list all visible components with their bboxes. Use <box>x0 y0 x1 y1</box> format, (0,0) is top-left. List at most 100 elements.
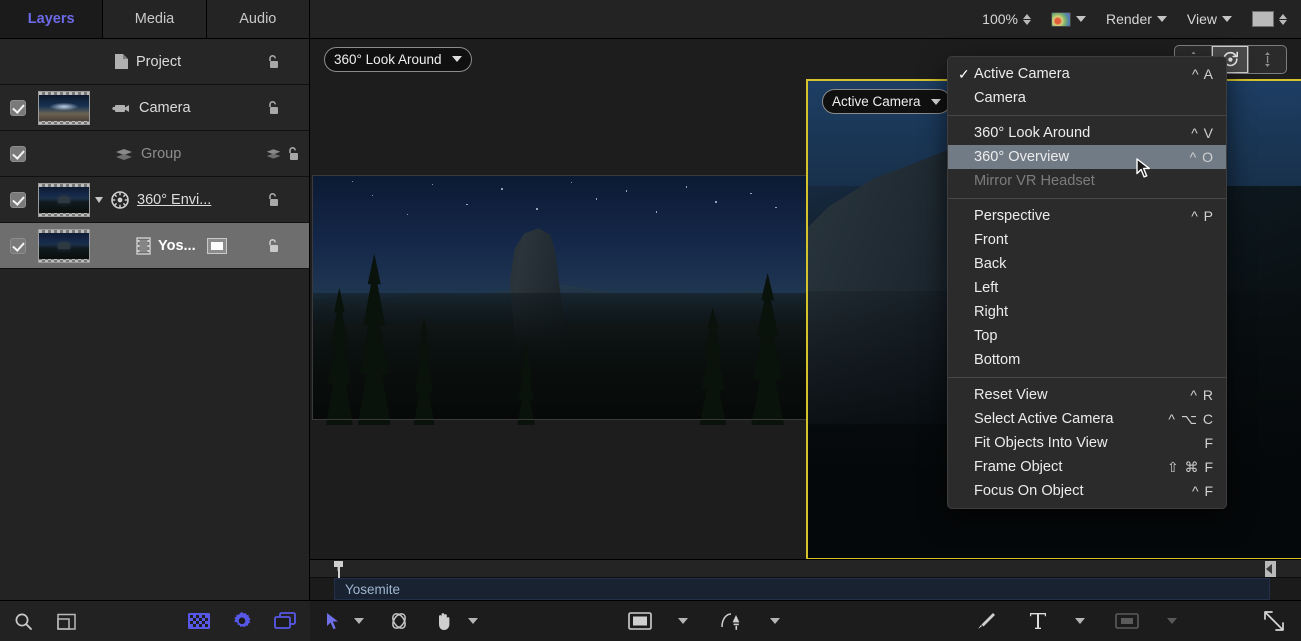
menu-item-label: Front <box>974 232 1214 248</box>
out-point-marker[interactable] <box>1265 561 1276 577</box>
crop-tool-icon[interactable] <box>1115 613 1139 629</box>
view-label: View <box>1187 11 1217 27</box>
menu-item-right[interactable]: Right <box>948 300 1226 324</box>
menu-item-back[interactable]: Back <box>948 252 1226 276</box>
layers-panel-footer <box>0 600 310 641</box>
layer-thumbnail <box>38 91 90 125</box>
chevron-down-icon <box>1222 16 1232 22</box>
pan-tool-menu-chevron-icon[interactable] <box>468 618 478 624</box>
layer-visibility-checkbox[interactable] <box>10 192 26 208</box>
layer-visibility-checkbox[interactable] <box>10 146 26 162</box>
menu-item-360-look-around[interactable]: 360° Look Around ^ V <box>948 121 1226 145</box>
layer-visibility-checkbox[interactable] <box>10 100 26 116</box>
layer-row-camera[interactable]: Camera <box>0 85 309 131</box>
paint-stroke-tool-icon[interactable] <box>975 611 997 631</box>
layer-name-label: Yos... <box>158 238 196 254</box>
document-icon <box>114 53 129 70</box>
stepper-icon[interactable] <box>1279 14 1287 25</box>
layer-row-group[interactable]: Group <box>0 131 309 177</box>
layer-visibility-checkbox[interactable] <box>10 238 26 254</box>
layer-thumbnail <box>38 183 90 217</box>
crop-tool-menu-chevron-icon[interactable] <box>1167 618 1177 624</box>
layer-row-yosemite[interactable]: Yos... <box>0 223 309 269</box>
menu-item-label: 360° Look Around <box>974 125 1191 141</box>
menu-item-label: Right <box>974 304 1214 320</box>
menu-item-fit-objects-into-view[interactable]: Fit Objects Into View F <box>948 431 1226 455</box>
unlocked-icon[interactable] <box>265 191 282 208</box>
dolly-camera-tool-button[interactable] <box>1249 46 1286 73</box>
unlocked-icon[interactable] <box>285 145 302 162</box>
image-badge-icon[interactable] <box>207 238 227 254</box>
view-layout-control[interactable] <box>1252 11 1287 27</box>
view-menu-button[interactable]: View <box>1187 11 1232 27</box>
bezier-mask-tool-icon[interactable] <box>720 611 744 631</box>
menu-item-shortcut: ⇧ ⌘ F <box>1167 459 1214 476</box>
duplicate-windows-icon[interactable] <box>274 612 296 630</box>
timeline-clip-yosemite[interactable]: Yosemite <box>334 578 1270 600</box>
unlocked-icon[interactable] <box>265 99 282 116</box>
tab-audio[interactable]: Audio <box>207 0 309 38</box>
timeline-clip-label: Yosemite <box>345 582 400 597</box>
menu-item-reset-view[interactable]: Reset View ^ R <box>948 383 1226 407</box>
text-tool-icon[interactable] <box>1029 611 1047 631</box>
select-arrow-tool-icon[interactable] <box>326 612 340 631</box>
menu-item-left[interactable]: Left <box>948 276 1226 300</box>
resize-handle-icon[interactable] <box>1263 610 1285 632</box>
menu-item-label: Select Active Camera <box>974 411 1168 427</box>
menu-item-focus-on-object[interactable]: Focus On Object ^ F <box>948 479 1226 503</box>
tab-media[interactable]: Media <box>103 0 206 38</box>
menu-item-label: Top <box>974 328 1214 344</box>
unlocked-icon[interactable] <box>265 237 282 254</box>
mask-tool-menu-chevron-icon[interactable] <box>770 618 780 624</box>
select-tool-menu-chevron-icon[interactable] <box>354 618 364 624</box>
menu-item-front[interactable]: Front <box>948 228 1226 252</box>
tab-audio-label: Audio <box>239 11 276 27</box>
checkerboard-icon[interactable] <box>188 613 210 629</box>
view-mode-dropdown[interactable]: 360° Look Around <box>324 47 472 72</box>
menu-item-shortcut: ^ F <box>1192 483 1214 499</box>
menu-item-top[interactable]: Top <box>948 324 1226 348</box>
main-canvas-yosemite[interactable] <box>312 175 810 420</box>
shape-rect-tool-icon[interactable] <box>628 612 652 630</box>
film-strip-icon <box>136 237 151 255</box>
shape-tool-menu-chevron-icon[interactable] <box>678 618 688 624</box>
layers-icon <box>114 147 134 161</box>
menu-item-frame-object[interactable]: Frame Object ⇧ ⌘ F <box>948 455 1226 479</box>
layer-name-cell: Yos... <box>92 237 265 255</box>
playhead-marker[interactable] <box>334 561 347 578</box>
render-menu-button[interactable]: Render <box>1106 11 1167 27</box>
timeline-ruler[interactable] <box>310 560 1301 578</box>
layer-row-project[interactable]: Project <box>0 39 309 85</box>
menu-item-bottom[interactable]: Bottom <box>948 348 1226 372</box>
zoom-level-control[interactable]: 100% <box>982 11 1031 27</box>
menu-item-select-active-camera[interactable]: Select Active Camera ^ ⌥ C <box>948 407 1226 431</box>
layer-thumbnail-cell <box>36 229 92 263</box>
menu-item-perspective[interactable]: Perspective ^ P <box>948 204 1226 228</box>
search-icon[interactable] <box>14 612 33 631</box>
disclosure-triangle-icon[interactable] <box>95 197 103 203</box>
menu-item-label: Back <box>974 256 1214 272</box>
layer-thumbnail <box>38 229 90 263</box>
layer-row-360-environment[interactable]: 360° Envi... <box>0 177 309 223</box>
stepper-icon[interactable] <box>1023 14 1031 25</box>
add-layer-icon[interactable] <box>57 612 77 631</box>
text-tool-menu-chevron-icon[interactable] <box>1075 618 1085 624</box>
menu-item-camera[interactable]: Camera <box>948 86 1226 110</box>
chevron-down-icon <box>1157 16 1167 22</box>
timeline-panel: Yosemite <box>310 559 1301 600</box>
active-camera-label: Active Camera <box>832 94 921 109</box>
transform-3d-tool-icon[interactable] <box>388 611 410 631</box>
gear-burst-icon[interactable] <box>232 611 252 631</box>
menu-item-active-camera[interactable]: ✓ Active Camera ^ A <box>948 62 1226 86</box>
layer-checkbox-cell <box>0 54 36 70</box>
menu-item-shortcut: ^ A <box>1192 66 1214 82</box>
menu-item-label: Bottom <box>974 352 1214 368</box>
menu-separator <box>948 377 1226 378</box>
tab-layers[interactable]: Layers <box>0 0 103 38</box>
camera-view-menu[interactable]: ✓ Active Camera ^ A Camera 360° Look Aro… <box>947 56 1227 509</box>
menu-item-360-overview[interactable]: 360° Overview ^ O <box>948 145 1226 169</box>
unlocked-icon[interactable] <box>265 53 282 70</box>
pan-hand-tool-icon[interactable] <box>434 611 454 631</box>
color-channel-control[interactable] <box>1051 12 1086 27</box>
active-camera-dropdown[interactable]: Active Camera <box>822 89 951 114</box>
